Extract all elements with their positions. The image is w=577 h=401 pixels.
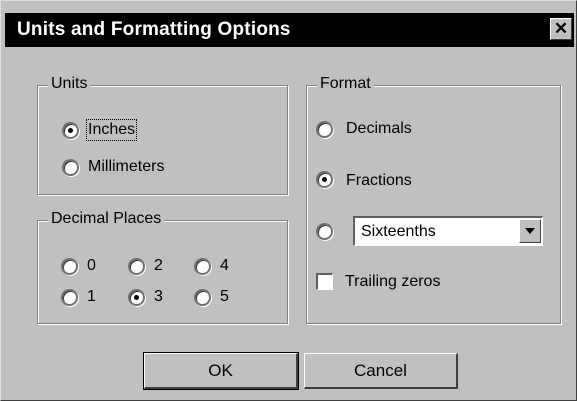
decimals-radio[interactable] bbox=[316, 121, 333, 138]
decimal-3-label[interactable]: 3 bbox=[154, 288, 163, 306]
chevron-down-icon[interactable] bbox=[519, 219, 541, 243]
units-formatting-dialog: Units and Formatting Options ✕ Units Inc… bbox=[0, 0, 577, 401]
decimals-label[interactable]: Decimals bbox=[346, 120, 412, 138]
decimal-0-radio[interactable] bbox=[61, 258, 78, 275]
title-bar[interactable]: Units and Formatting Options ✕ bbox=[5, 13, 574, 47]
decimal-4-label[interactable]: 4 bbox=[220, 257, 229, 275]
inches-radio[interactable] bbox=[62, 122, 79, 139]
fraction-precision-select[interactable]: Sixteenths bbox=[353, 216, 543, 246]
decimal-2-radio[interactable] bbox=[128, 258, 145, 275]
decimal-4-radio[interactable] bbox=[194, 258, 211, 275]
format-legend: Format bbox=[317, 75, 374, 93]
millimeters-radio[interactable] bbox=[62, 159, 79, 176]
fractions-radio[interactable] bbox=[316, 171, 333, 188]
decimal-5-label[interactable]: 5 bbox=[220, 288, 229, 306]
decimal-2-label[interactable]: 2 bbox=[154, 257, 163, 275]
fraction-precision-value: Sixteenths bbox=[361, 223, 436, 240]
units-legend: Units bbox=[48, 75, 91, 93]
decimal-5-radio[interactable] bbox=[194, 289, 211, 306]
fractions-label[interactable]: Fractions bbox=[346, 172, 412, 190]
decimal-1-label[interactable]: 1 bbox=[87, 288, 96, 306]
decimal-places-legend: Decimal Places bbox=[48, 210, 165, 228]
units-group: Units bbox=[37, 75, 288, 195]
close-button[interactable]: ✕ bbox=[550, 18, 572, 40]
dialog-title: Units and Formatting Options bbox=[17, 19, 291, 40]
decimal-0-label[interactable]: 0 bbox=[87, 257, 96, 275]
decimal-3-radio[interactable] bbox=[128, 289, 145, 306]
trailing-zeros-checkbox[interactable] bbox=[316, 273, 333, 290]
cancel-button[interactable]: Cancel bbox=[304, 353, 458, 389]
trailing-zeros-label[interactable]: Trailing zeros bbox=[345, 273, 440, 291]
custom-format-radio[interactable] bbox=[316, 223, 333, 240]
millimeters-label[interactable]: Millimeters bbox=[88, 158, 164, 176]
decimal-1-radio[interactable] bbox=[61, 289, 78, 306]
ok-button[interactable]: OK bbox=[143, 352, 299, 390]
close-icon: ✕ bbox=[553, 19, 569, 38]
inches-label[interactable]: Inches bbox=[85, 119, 138, 141]
